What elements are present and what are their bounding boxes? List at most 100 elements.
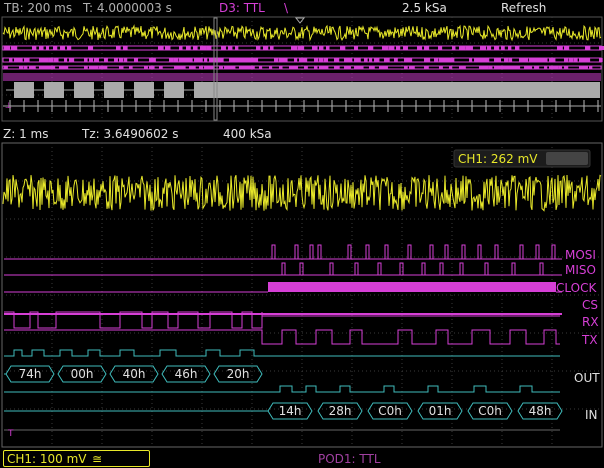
overview-band-bit	[219, 66, 223, 69]
overview-band-bit	[84, 66, 88, 69]
bus-out-frame	[57, 365, 107, 383]
overview-band-bit	[14, 58, 20, 62]
overview-band-bit	[53, 46, 58, 50]
overview-band-bit	[304, 58, 308, 62]
zoom-sample-rate-readout: 400 kSa	[223, 127, 272, 141]
overview-band-bit	[394, 58, 398, 62]
overview-band-bit	[94, 58, 100, 62]
pod-label[interactable]: POD1: TTL	[318, 453, 381, 465]
overview-band-bit	[60, 46, 66, 50]
overview-band-bit	[149, 58, 156, 62]
label-rx[interactable]: RX	[582, 315, 599, 329]
overview-band-bit	[256, 46, 261, 50]
overview-band-bit	[349, 58, 353, 62]
miso-pulse	[399, 262, 404, 275]
ch1-setting: CH1: 100 mV	[7, 452, 87, 466]
overview-band-bit	[204, 58, 208, 62]
overview-band-bit	[186, 46, 191, 50]
overview-band-bit	[487, 46, 492, 50]
bus-in-frame	[517, 402, 563, 420]
overview-band-bit	[479, 66, 484, 69]
ch1-setting-box[interactable]: CH1: 100 mV ≅	[3, 450, 150, 467]
overview-band-bit	[534, 58, 540, 62]
overview-band-bit	[324, 58, 329, 62]
overview-band-bit	[369, 58, 373, 62]
overview-band-bit	[439, 66, 443, 69]
overview-band-bit	[19, 66, 24, 69]
miso-pulse	[329, 262, 334, 275]
label-mosi[interactable]: MOSI	[565, 248, 596, 262]
overview-band-bit	[263, 46, 269, 50]
mosi-pulse	[494, 244, 499, 259]
overview-band-bit	[67, 46, 72, 50]
mosi-pulse	[294, 244, 299, 259]
zoom-time-readout[interactable]: Tz: 3.6490602 s	[82, 127, 178, 141]
label-in[interactable]: IN	[585, 408, 598, 422]
mosi-pulse	[407, 244, 412, 259]
overview-band-bit	[599, 46, 604, 50]
overview-band-bit	[312, 46, 318, 50]
overview-band-bit	[326, 46, 330, 50]
overview-grey-block	[214, 82, 600, 98]
overview-band-bit	[424, 66, 429, 69]
zoom-factor-readout[interactable]: Z: 1 ms	[3, 127, 48, 141]
overview-band-bit	[193, 46, 198, 50]
measurement-box[interactable]	[453, 149, 591, 168]
overview-band-bit	[384, 66, 388, 69]
overview-band-bit	[104, 66, 108, 69]
overview-band-bit	[284, 58, 288, 62]
overview-band-bit	[59, 66, 65, 69]
mosi-pulse	[271, 244, 276, 259]
overview-band-bit	[254, 58, 259, 62]
mosi-pulse	[461, 244, 466, 259]
overview-band-bit	[354, 46, 359, 50]
bus-in-frame	[267, 402, 313, 420]
overview-band-bit	[564, 58, 569, 62]
bus-in-frame	[467, 402, 513, 420]
overview-band-bit	[564, 46, 570, 50]
overview-band-bit	[384, 58, 390, 62]
overview-band-bit	[494, 58, 501, 62]
overview-band-bit	[469, 58, 473, 62]
label-out[interactable]: OUT	[574, 371, 600, 385]
overview-band-bit	[515, 46, 520, 50]
overview-band-bit	[574, 58, 578, 62]
overview-band-bit	[409, 58, 413, 62]
rx-trace	[4, 311, 560, 329]
overview-band-bit	[169, 58, 174, 62]
overview-band-bit	[584, 58, 591, 62]
mosi-pulse	[477, 244, 482, 259]
overview-band-bit	[354, 66, 360, 69]
overview-band-bit	[11, 46, 18, 50]
overview-waveform-window[interactable]: ⊥	[0, 0, 604, 124]
overview-band-bit	[466, 46, 473, 50]
mosi-pulse	[444, 244, 449, 259]
overview-band-bit	[539, 58, 545, 62]
overview-band-bit	[524, 58, 529, 62]
label-cs[interactable]: CS	[582, 298, 598, 312]
mosi-pulse	[551, 244, 556, 259]
overview-band-bit	[291, 46, 298, 50]
overview-band-bit	[88, 46, 94, 50]
overview-band-bit	[294, 66, 298, 69]
overview-band-bit	[489, 66, 493, 69]
overview-band-bit	[554, 66, 559, 69]
overview-band-bit	[24, 66, 28, 69]
overview-band-bit	[279, 66, 283, 69]
overview-band-bit	[134, 58, 139, 62]
label-miso[interactable]: MISO	[565, 263, 596, 277]
bus-out-frame	[109, 365, 159, 383]
overview-band-bit	[508, 46, 512, 50]
overview-band-bit	[484, 58, 490, 62]
bus-out-value: 00h	[71, 367, 94, 381]
overview-band-bit	[99, 66, 105, 69]
overview-band-bit	[409, 66, 415, 69]
bus-in-value: 28h	[329, 404, 352, 418]
overview-band-bit	[189, 66, 196, 69]
label-tx[interactable]: TX	[581, 333, 598, 347]
bus-out-value: 74h	[19, 367, 42, 381]
overview-band-bit	[389, 46, 395, 50]
overview-band-bit	[114, 58, 118, 62]
label-clock[interactable]: CLOCK	[556, 281, 597, 295]
overview-band-bit	[84, 58, 88, 62]
